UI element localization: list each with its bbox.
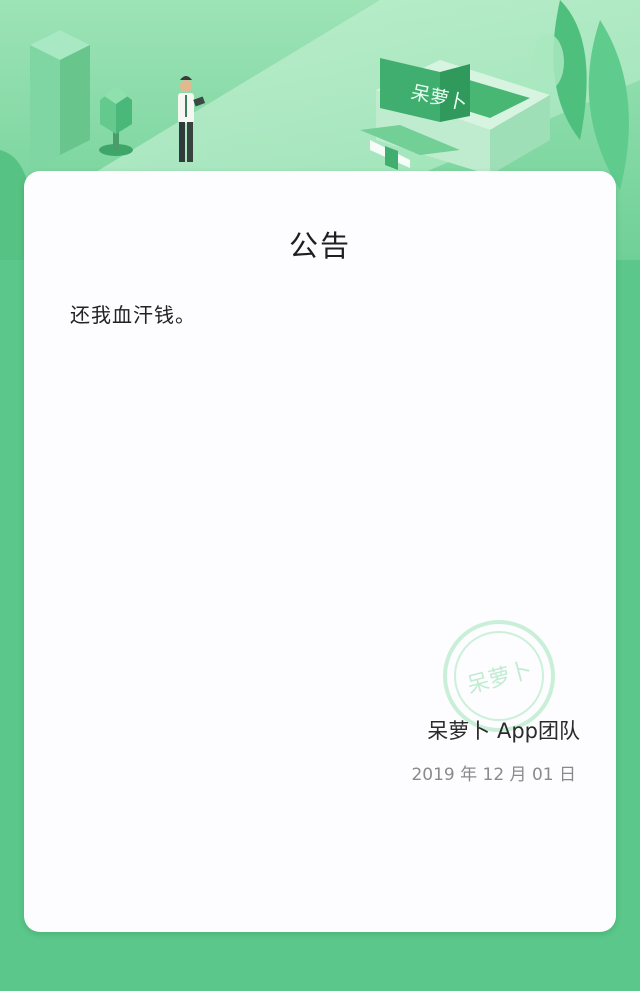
notice-date: 2019 年 12 月 01 日 [411,765,576,785]
notice-signature: 呆萝卜 App团队 [427,719,580,743]
notice-title: 公告 [288,229,351,263]
notice-message: 还我血汗钱。 [70,303,196,327]
notice-card: 公告 还我血汗钱。 呆萝卜 呆萝卜 App团队 2019 年 12 月 01 日 [24,171,616,932]
stamp-text: 呆萝卜 [465,658,535,699]
